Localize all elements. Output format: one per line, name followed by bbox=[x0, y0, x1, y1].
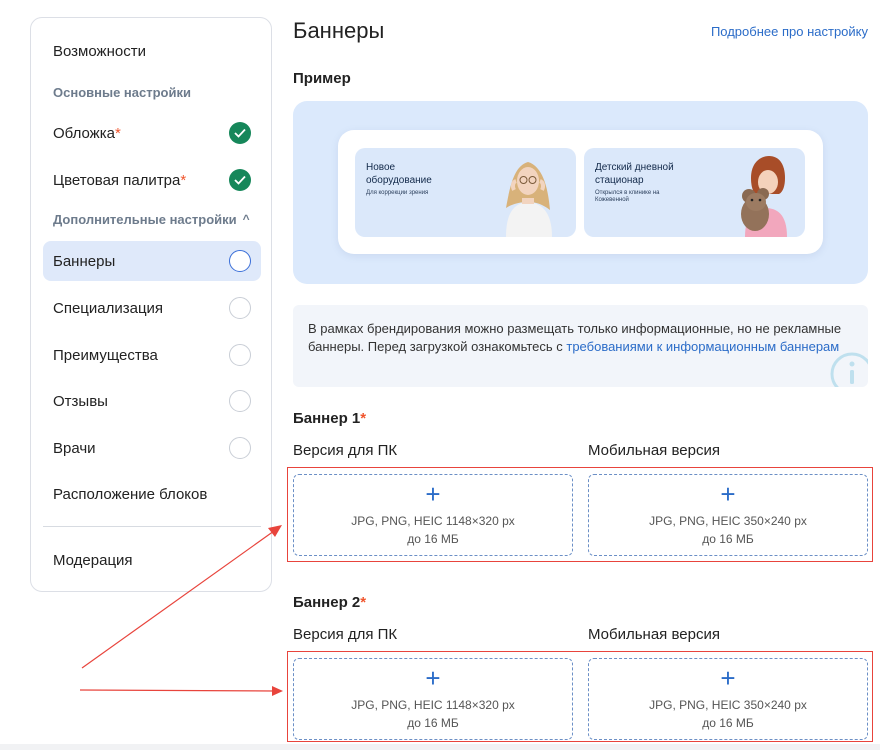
upload-max-size: до 16 МБ bbox=[407, 532, 459, 546]
sidebar-item-label: Возможности bbox=[53, 42, 146, 60]
sidebar-item-layout[interactable]: Расположение блоков bbox=[43, 474, 261, 514]
plus-icon: + bbox=[720, 663, 736, 693]
annotation-arrow bbox=[79, 689, 275, 692]
progress-circle-icon bbox=[229, 437, 251, 459]
upload-formats: JPG, PNG, HEIC 1148×320 px bbox=[351, 698, 515, 712]
sidebar-item-cover[interactable]: Обложка* bbox=[43, 113, 261, 153]
banner-2-mobile-upload[interactable]: + JPG, PNG, HEIC 350×240 px до 16 МБ bbox=[588, 658, 868, 740]
banner-1-mobile-upload[interactable]: + JPG, PNG, HEIC 350×240 px до 16 МБ bbox=[588, 474, 868, 556]
banner-2-title: Баннер 2 bbox=[293, 594, 361, 611]
sidebar-item-label: Специализация bbox=[53, 299, 164, 317]
settings-sidebar: Возможности Основные настройки Обложка* … bbox=[30, 17, 272, 592]
upload-formats: JPG, PNG, HEIC 1148×320 px bbox=[351, 514, 515, 528]
info-notice: В рамках брендирования можно размещать т… bbox=[293, 305, 868, 387]
bottom-strip bbox=[0, 744, 880, 750]
child-with-teddy-photo-icon bbox=[741, 156, 787, 237]
woman-photo-icon bbox=[506, 162, 552, 237]
example-banner-subtitle: Кожевенной bbox=[595, 197, 629, 203]
sidebar-item-doctors[interactable]: Врачи bbox=[43, 428, 261, 468]
upload-formats: JPG, PNG, HEIC 350×240 px bbox=[649, 514, 807, 528]
example-card: Новое оборудование Для коррекции зрения … bbox=[338, 130, 823, 254]
sidebar-item-reviews[interactable]: Отзывы bbox=[43, 381, 261, 421]
example-heading: Пример bbox=[293, 70, 351, 87]
sidebar-item-banners[interactable]: Баннеры bbox=[43, 241, 261, 281]
check-icon bbox=[229, 122, 251, 144]
sidebar-item-label: Отзывы bbox=[53, 392, 108, 410]
sidebar-item-palette[interactable]: Цветовая палитра* bbox=[43, 160, 261, 200]
check-icon bbox=[229, 169, 251, 191]
sidebar-item-moderation[interactable]: Модерация bbox=[43, 540, 261, 580]
upload-max-size: до 16 МБ bbox=[407, 716, 459, 730]
chevron-up-icon: ^ bbox=[242, 212, 250, 226]
example-banner-subtitle: Открылся в клинике на bbox=[595, 190, 660, 196]
progress-circle-icon bbox=[229, 297, 251, 319]
example-banner-title: Новое bbox=[366, 162, 396, 173]
example-banner-title: Детский дневной bbox=[595, 162, 674, 173]
sidebar-section-additional[interactable]: Дополнительные настройки ^ bbox=[53, 212, 250, 227]
required-mark: * bbox=[180, 171, 187, 189]
upload-max-size: до 16 МБ bbox=[702, 532, 754, 546]
page-title: Баннеры bbox=[293, 18, 385, 43]
arrow-head-icon bbox=[272, 686, 283, 696]
sidebar-item-specialization[interactable]: Специализация bbox=[43, 288, 261, 328]
upload-formats: JPG, PNG, HEIC 350×240 px bbox=[649, 698, 807, 712]
pc-version-label: Версия для ПК bbox=[293, 442, 398, 459]
progress-circle-icon bbox=[229, 344, 251, 366]
example-banner-title: стационар bbox=[595, 175, 644, 186]
required-mark: * bbox=[360, 594, 367, 611]
plus-icon: + bbox=[425, 479, 441, 509]
banner-2-pc-upload[interactable]: + JPG, PNG, HEIC 1148×320 px до 16 МБ bbox=[293, 658, 573, 740]
plus-icon: + bbox=[425, 663, 441, 693]
example-banner-title: оборудование bbox=[366, 175, 432, 186]
mobile-version-label: Мобильная версия bbox=[588, 626, 720, 643]
help-link[interactable]: Подробнее про настройку bbox=[711, 24, 868, 39]
pc-version-label: Версия для ПК bbox=[293, 626, 398, 643]
progress-circle-icon bbox=[229, 390, 251, 412]
sidebar-item-label: Цветовая палитра bbox=[53, 171, 181, 189]
progress-circle-icon bbox=[229, 250, 251, 272]
info-icon bbox=[830, 352, 868, 387]
banner-example-preview: Новое оборудование Для коррекции зрения … bbox=[293, 101, 868, 284]
mobile-version-label: Мобильная версия bbox=[588, 442, 720, 459]
upload-max-size: до 16 МБ bbox=[702, 716, 754, 730]
requirements-link[interactable]: требованиями к информационным баннерам bbox=[566, 339, 839, 354]
sidebar-item-label: Расположение блоков bbox=[53, 485, 208, 503]
sidebar-divider bbox=[43, 526, 261, 527]
sidebar-item-label: Преимущества bbox=[53, 346, 158, 364]
sidebar-item-advantages[interactable]: Преимущества bbox=[43, 335, 261, 375]
sidebar-item-label: Модерация bbox=[53, 551, 133, 569]
example-banner-daycare: Детский дневной стационар Открылся в кли… bbox=[584, 148, 805, 237]
example-banner-subtitle: Для коррекции зрения bbox=[366, 190, 429, 196]
sidebar-section-basic: Основные настройки bbox=[53, 85, 191, 100]
banner-1-upload-group: + JPG, PNG, HEIC 1148×320 px до 16 МБ + … bbox=[287, 467, 873, 562]
sidebar-item-features[interactable]: Возможности bbox=[43, 31, 261, 71]
plus-icon: + bbox=[720, 479, 736, 509]
banner-1-pc-upload[interactable]: + JPG, PNG, HEIC 1148×320 px до 16 МБ bbox=[293, 474, 573, 556]
example-banner-equipment: Новое оборудование Для коррекции зрения bbox=[355, 148, 576, 237]
sidebar-item-label: Врачи bbox=[53, 439, 96, 457]
required-mark: * bbox=[360, 410, 367, 427]
sidebar-item-label: Баннеры bbox=[53, 252, 116, 270]
banner-1-title: Баннер 1 bbox=[293, 410, 361, 427]
sidebar-item-label: Обложка bbox=[53, 124, 115, 142]
banner-2-upload-group: + JPG, PNG, HEIC 1148×320 px до 16 МБ + … bbox=[287, 651, 873, 742]
required-mark: * bbox=[114, 124, 121, 142]
